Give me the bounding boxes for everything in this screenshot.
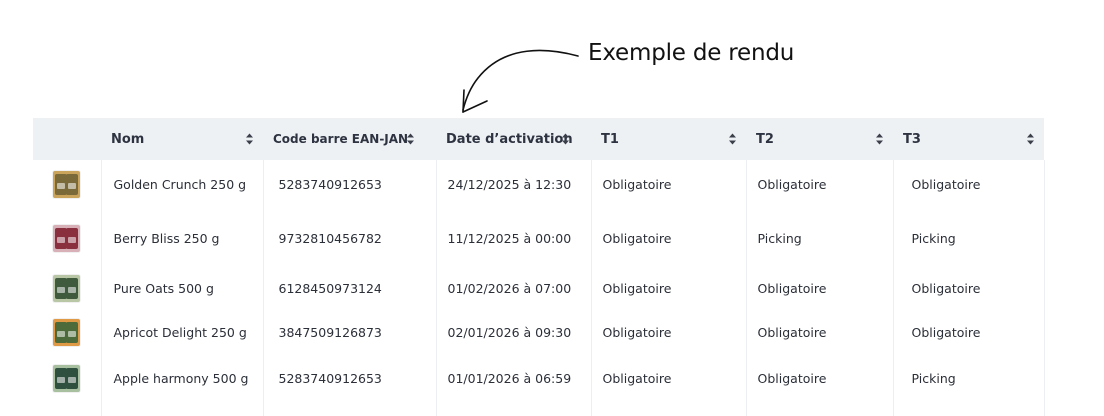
cell-name: Golden Crunch 250 g <box>101 160 264 208</box>
product-thumbnail <box>53 170 80 198</box>
cell-t1: Obligatoire <box>591 308 747 356</box>
cell-barcode: 9732810456782 <box>263 208 437 268</box>
cell-t1: Obligatoire <box>591 356 747 400</box>
cell-barcode: 5283740912653 <box>263 356 437 400</box>
table-row-partial <box>33 400 1045 416</box>
product-thumbnail <box>53 364 80 392</box>
cell-t3: Picking <box>893 356 1045 400</box>
cell-t3: Obligatoire <box>893 160 1045 208</box>
cell-thumbnail <box>33 160 102 208</box>
sort-icon[interactable] <box>1027 133 1034 145</box>
cell-barcode: 3847509126873 <box>263 308 437 356</box>
cell-activation-date: 01/01/2026 à 06:59 <box>436 356 592 400</box>
cell-t1: Obligatoire <box>591 208 747 268</box>
header-activation-date[interactable]: Date d’activation <box>436 118 591 160</box>
header-barcode[interactable]: Code barre EAN-JAN <box>263 118 436 160</box>
header-name[interactable]: Nom <box>101 118 263 160</box>
product-thumbnail <box>53 224 80 252</box>
annotation-label: Exemple de rendu <box>588 40 795 66</box>
header-activation-date-label: Date d’activation <box>446 131 573 147</box>
header-barcode-label: Code barre EAN-JAN <box>273 131 409 146</box>
header-name-label: Nom <box>111 131 145 147</box>
sort-icon[interactable] <box>407 133 414 145</box>
page: Exemple de rendu Nom Code barre EAN-JAN <box>0 0 1104 416</box>
cell-barcode: 5283740912653 <box>263 160 437 208</box>
product-thumbnail <box>53 274 80 302</box>
cell-t2: Obligatoire <box>746 308 894 356</box>
table-body: Golden Crunch 250 g 5283740912653 24/12/… <box>33 160 1045 416</box>
header-t1-label: T1 <box>601 131 619 147</box>
cell-t2: Picking <box>746 208 894 268</box>
cell-thumbnail <box>33 308 102 356</box>
cell-t1: Obligatoire <box>591 160 747 208</box>
table-row[interactable]: Berry Bliss 250 g 9732810456782 11/12/20… <box>33 208 1045 268</box>
cell-activation-date: 11/12/2025 à 00:00 <box>436 208 592 268</box>
cell-activation-date: 01/02/2026 à 07:00 <box>436 268 592 308</box>
header-t2-label: T2 <box>756 131 774 147</box>
cell-activation-date: 02/01/2026 à 09:30 <box>436 308 592 356</box>
sort-icon[interactable] <box>729 133 736 145</box>
cell-thumbnail <box>33 356 102 400</box>
product-thumbnail <box>53 318 80 346</box>
cell-t3: Obligatoire <box>893 268 1045 308</box>
table-row[interactable]: Golden Crunch 250 g 5283740912653 24/12/… <box>33 160 1045 208</box>
sort-icon[interactable] <box>876 133 883 145</box>
cell-activation-date: 24/12/2025 à 12:30 <box>436 160 592 208</box>
table-row[interactable]: Apricot Delight 250 g 3847509126873 02/0… <box>33 308 1045 356</box>
cell-t2: Obligatoire <box>746 160 894 208</box>
cell-name: Pure Oats 500 g <box>101 268 264 308</box>
cell-t3: Obligatoire <box>893 308 1045 356</box>
cell-t2: Obligatoire <box>746 268 894 308</box>
table-row[interactable]: Apple harmony 500 g 5283740912653 01/01/… <box>33 356 1045 400</box>
cell-name: Apricot Delight 250 g <box>101 308 264 356</box>
header-t1[interactable]: T1 <box>591 118 746 160</box>
cell-thumbnail <box>33 268 102 308</box>
cell-t1: Obligatoire <box>591 268 747 308</box>
cell-t2: Obligatoire <box>746 356 894 400</box>
table-header-row: Nom Code barre EAN-JAN Date d’activation… <box>33 118 1044 160</box>
cell-t3: Picking <box>893 208 1045 268</box>
cell-barcode: 6128450973124 <box>263 268 437 308</box>
sort-icon[interactable] <box>562 133 569 145</box>
product-table: Nom Code barre EAN-JAN Date d’activation… <box>33 118 1045 416</box>
header-t3[interactable]: T3 <box>893 118 1044 160</box>
header-t2[interactable]: T2 <box>746 118 893 160</box>
header-t3-label: T3 <box>903 131 921 147</box>
cell-thumbnail <box>33 208 102 268</box>
sort-icon[interactable] <box>246 133 253 145</box>
header-image <box>33 118 101 160</box>
table-row[interactable]: Pure Oats 500 g 6128450973124 01/02/2026… <box>33 268 1045 308</box>
cell-name: Apple harmony 500 g <box>101 356 264 400</box>
cell-name: Berry Bliss 250 g <box>101 208 264 268</box>
